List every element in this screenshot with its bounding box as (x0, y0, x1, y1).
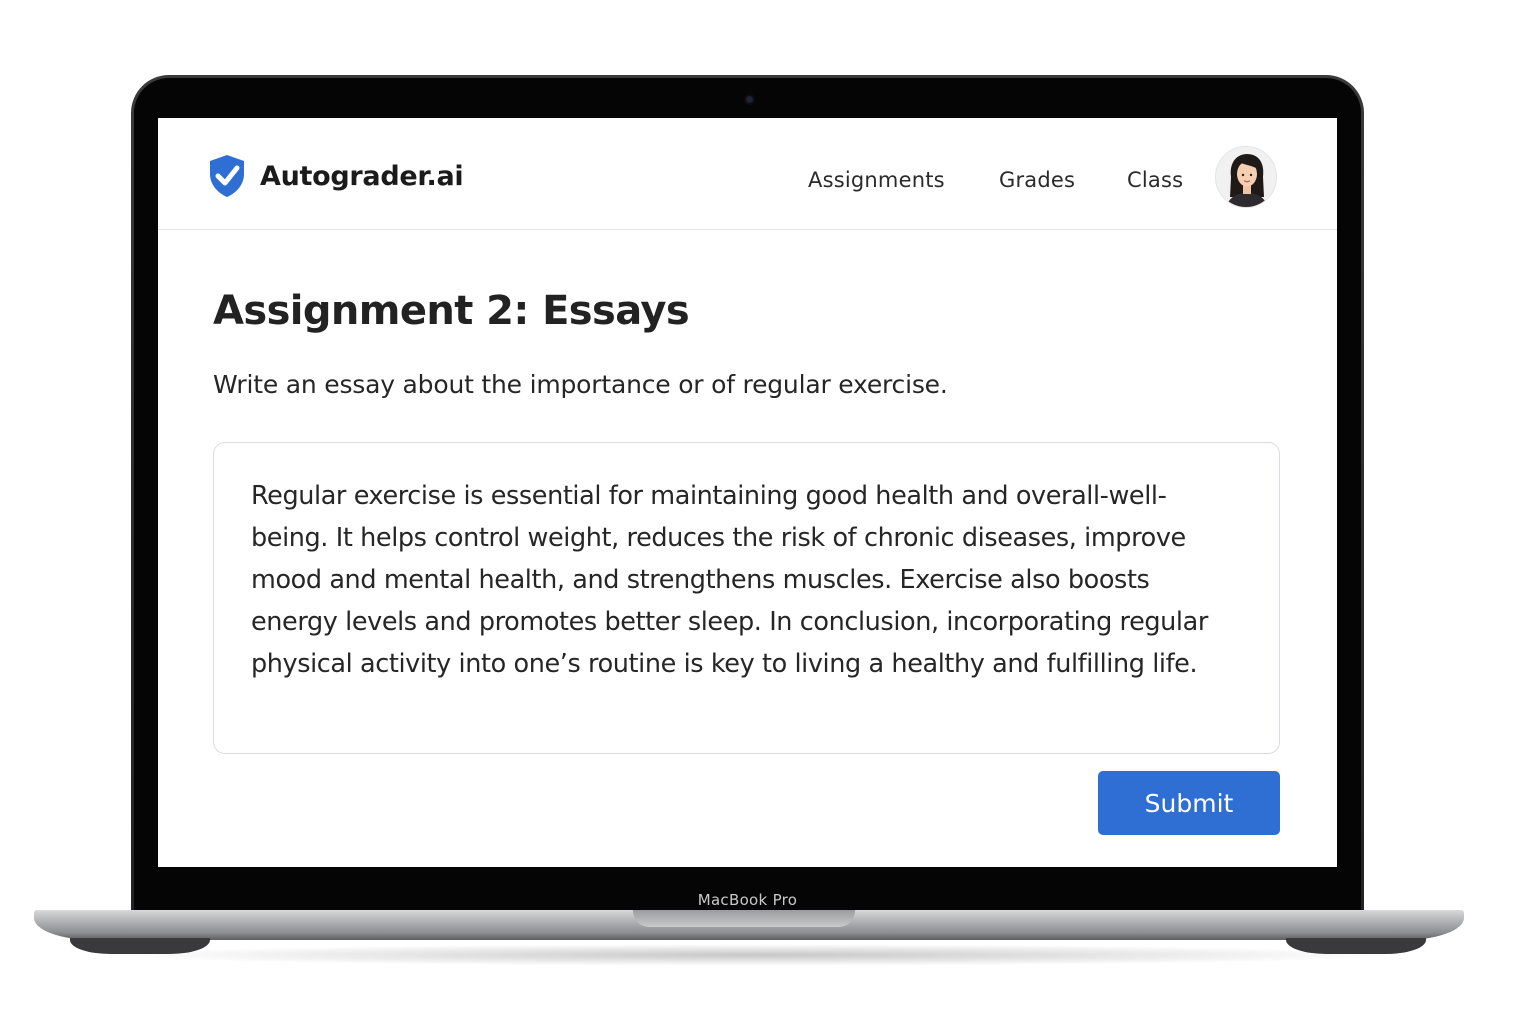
laptop-mockup: MacBook Pro Autograder.ai Assignments Gr… (0, 0, 1536, 1024)
app-screen: Autograder.ai Assignments Grades Class A… (158, 118, 1337, 867)
nav-assignments-link[interactable]: Assignments (808, 168, 945, 192)
user-avatar-icon[interactable] (1215, 146, 1277, 208)
device-label: MacBook Pro (697, 891, 798, 909)
shield-check-icon (208, 154, 246, 198)
assignment-prompt: Write an essay about the importance or o… (213, 370, 948, 399)
page-title: Assignment 2: Essays (213, 288, 690, 334)
top-navbar: Autograder.ai Assignments Grades Class (158, 118, 1337, 230)
brand[interactable]: Autograder.ai (208, 154, 464, 198)
webcam-icon (746, 96, 753, 103)
brand-name: Autograder.ai (260, 160, 464, 192)
laptop-foot-right (1286, 938, 1426, 954)
laptop-shadow (110, 944, 1400, 966)
laptop-foot-left (70, 938, 210, 954)
nav-grades-link[interactable]: Grades (999, 168, 1075, 192)
submit-button[interactable]: Submit (1098, 771, 1280, 835)
laptop-hinge-notch (633, 910, 855, 927)
nav-class-link[interactable]: Class (1127, 168, 1183, 192)
essay-textarea[interactable]: Regular exercise is essential for mainta… (213, 442, 1280, 754)
